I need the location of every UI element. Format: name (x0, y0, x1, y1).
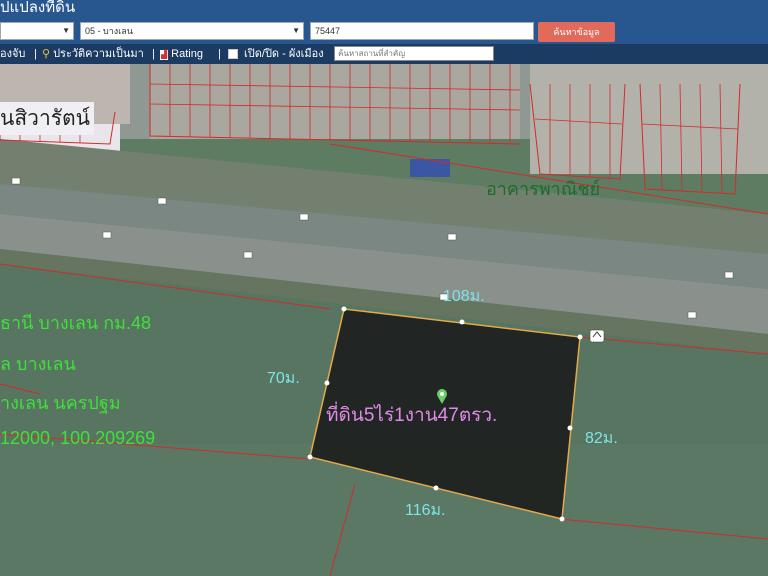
commercial-label: อาคารพาณิชย์ (486, 179, 601, 199)
cityplan-checkbox[interactable] (228, 49, 238, 60)
info-line-2: ล บางเลน (0, 354, 76, 374)
cityplan-toggle[interactable]: เปิด/ปิด - ผังเมือง (228, 44, 324, 64)
top-bar: ปแปลงที่ดิน ▼ 05 - บางเลน ▼ 75447 ค้นหาข… (0, 0, 768, 44)
history-link[interactable]: ⚲ ประวัติความเป็นมา (42, 44, 144, 64)
chevron-down-icon: ▼ (62, 26, 70, 35)
rating-label: Rating (171, 48, 203, 60)
road-name-label: นสิวารัตน์ (0, 102, 95, 135)
landmark-search-input[interactable]: ค้นหาสถานที่สำคัญ (334, 46, 494, 61)
info-line-3: างเลน นครปฐม (0, 393, 121, 413)
rating-link[interactable]: ▟ Rating (160, 44, 203, 64)
info-line-4: 12000, 100.209269 (0, 428, 156, 448)
branch-icon: ⚲ (42, 48, 51, 60)
info-line-1: ธานี บางเลน กม.48 (0, 313, 151, 333)
dimension-right-label: 82ม. (585, 430, 618, 447)
parcel-number-value: 75447 (315, 26, 341, 36)
dimension-bottom-label: 116ม. (405, 502, 446, 519)
map-view[interactable]: นสิวารัตน์ อาคารพาณิชย์ 108ม. 70ม. 82ม. … (0, 64, 768, 576)
cityplan-label: เปิด/ปิด - ผังเมือง (244, 48, 324, 60)
history-label: ประวัติความเป็นมา (53, 48, 144, 60)
chevron-down-icon: ▼ (292, 26, 300, 35)
search-button[interactable]: ค้นหาข้อมูล (538, 22, 615, 42)
page-title: ปแปลงที่ดิน (0, 0, 76, 16)
district-select-value: 05 - บางเลน (85, 26, 133, 36)
province-select[interactable]: ▼ (0, 22, 74, 40)
toolbar-divider: | (34, 48, 37, 60)
land-area-label: ที่ดิน5ไร่1งาน47ตรว. (326, 405, 498, 426)
toolbar-item-1[interactable]: องจับ (0, 44, 25, 64)
route-shield-icon (589, 329, 605, 343)
toolbar-divider: | (152, 48, 155, 60)
chart-icon: ▟ (160, 50, 169, 60)
parcel-number-input[interactable]: 75447 (310, 22, 534, 40)
district-select[interactable]: 05 - บางเลน ▼ (80, 22, 304, 40)
dimension-left-label: 70ม. (267, 370, 300, 387)
dimension-top-label: 108ม. (443, 288, 485, 305)
toolbar-divider: | (218, 48, 221, 60)
